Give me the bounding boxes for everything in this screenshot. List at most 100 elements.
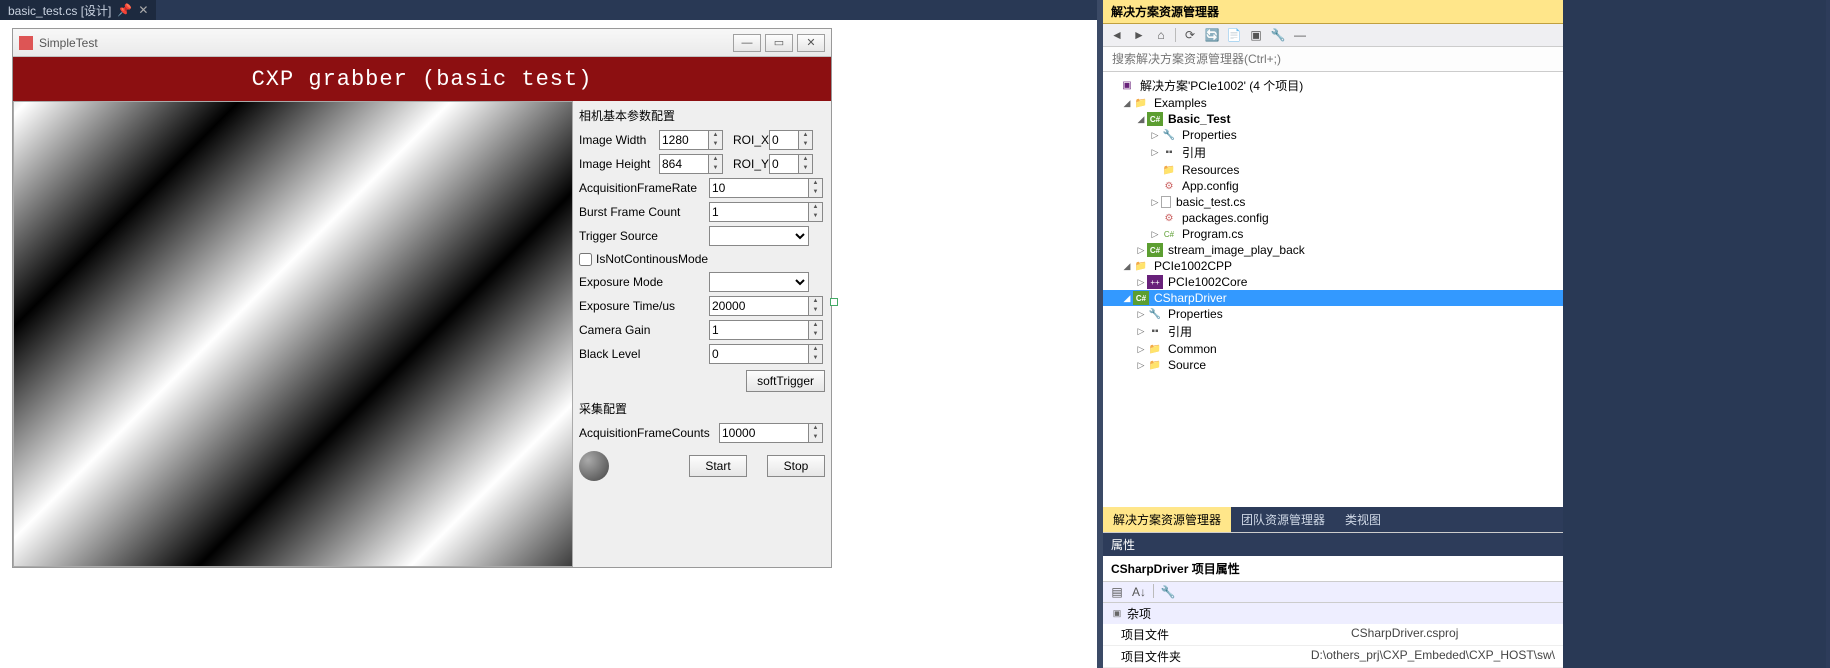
sync-icon[interactable]: 🔄 — [1204, 27, 1220, 43]
solution-node[interactable]: ▣解决方案'PCIe1002' (4 个项目) — [1103, 76, 1563, 95]
soft-trigger-button[interactable]: softTrigger — [746, 370, 825, 392]
tree-properties-2[interactable]: ▷🔧Properties — [1103, 306, 1563, 322]
form-canvas[interactable]: SimpleTest — ▭ ✕ CXP grabber (basic test… — [12, 28, 832, 568]
stop-button[interactable]: Stop — [767, 455, 825, 477]
tree-resources-1[interactable]: 📁Resources — [1103, 162, 1563, 178]
status-led — [579, 451, 609, 481]
camera-params-group: 相机基本参数配置 Image Width ▲▼ ROI_X ▲▼ Image H… — [579, 105, 825, 392]
tab-solution-explorer[interactable]: 解决方案资源管理器 — [1103, 507, 1231, 532]
gain-input[interactable] — [709, 320, 809, 340]
alphabetical-icon[interactable]: A↓ — [1131, 584, 1147, 600]
home-icon[interactable]: ⌂ — [1153, 27, 1169, 43]
image-height-input[interactable] — [659, 154, 709, 174]
image-height-label: Image Height — [579, 157, 659, 171]
start-button[interactable]: Start — [689, 455, 747, 477]
tree-properties-1[interactable]: ▷🔧Properties — [1103, 127, 1563, 143]
minimize-button[interactable]: — — [733, 34, 761, 52]
right-edge-strip — [1826, 0, 1830, 668]
black-level-spinner[interactable]: ▲▼ — [809, 344, 823, 364]
gain-label: Camera Gain — [579, 323, 709, 337]
tree-packages-config[interactable]: ⚙packages.config — [1103, 210, 1563, 226]
frame-rate-label: AcquisitionFrameRate — [579, 181, 709, 195]
image-preview — [13, 101, 573, 567]
show-all-icon[interactable]: 📄 — [1226, 27, 1242, 43]
tree-references-2[interactable]: ▷▪▪引用 — [1103, 322, 1563, 341]
properties-toolbar: ▤ A↓ 🔧 — [1103, 582, 1563, 603]
explorer-bottom-tabs: 解决方案资源管理器 团队资源管理器 类视图 — [1103, 507, 1563, 532]
tree-source[interactable]: ▷📁Source — [1103, 357, 1563, 373]
gain-spinner[interactable]: ▲▼ — [809, 320, 823, 340]
exposure-time-label: Exposure Time/us — [579, 299, 709, 313]
tree-project-basic-test[interactable]: ◢C#Basic_Test — [1103, 111, 1563, 127]
props-key: 项目文件 — [1103, 624, 1343, 645]
exposure-time-input[interactable] — [709, 296, 809, 316]
property-pages-icon[interactable]: 🔧 — [1160, 584, 1176, 600]
solution-explorer-panel: 解决方案资源管理器 ◄ ► ⌂ ⟳ 🔄 📄 ▣ 🔧 — ▣解决方案'PCIe10… — [1103, 0, 1563, 668]
trigger-source-combo[interactable] — [709, 226, 809, 246]
image-width-label: Image Width — [579, 133, 659, 147]
back-icon[interactable]: ◄ — [1109, 27, 1125, 43]
tree-stream-playback[interactable]: ▷C#stream_image_play_back — [1103, 242, 1563, 258]
image-width-spinner[interactable]: ▲▼ — [709, 130, 723, 150]
acq-group-title: 采集配置 — [579, 398, 825, 419]
frame-counts-spinner[interactable]: ▲▼ — [809, 423, 823, 443]
burst-label: Burst Frame Count — [579, 205, 709, 219]
form-icon — [19, 36, 33, 50]
tree-references-1[interactable]: ▷▪▪引用 — [1103, 143, 1563, 162]
roi-x-label: ROI_X — [733, 133, 769, 147]
frame-rate-spinner[interactable]: ▲▼ — [809, 178, 823, 198]
tab-class-view[interactable]: 类视图 — [1335, 507, 1391, 532]
black-level-input[interactable] — [709, 344, 809, 364]
tree-program-cs[interactable]: ▷C#Program.cs — [1103, 226, 1563, 242]
tab-team-explorer[interactable]: 团队资源管理器 — [1231, 507, 1335, 532]
maximize-button[interactable]: ▭ — [765, 34, 793, 52]
document-tab[interactable]: basic_test.cs [设计] 📌 ✕ — [0, 0, 156, 20]
close-button[interactable]: ✕ — [797, 34, 825, 52]
properties-grid: ▣杂项 项目文件 CSharpDriver.csproj 项目文件夹 D:\ot… — [1103, 603, 1563, 668]
trigger-source-label: Trigger Source — [579, 229, 709, 243]
props-category-misc[interactable]: ▣杂项 — [1103, 603, 1563, 624]
collapse-icon[interactable]: ▣ — [1248, 27, 1264, 43]
roi-x-spinner[interactable]: ▲▼ — [799, 130, 813, 150]
frame-counts-input[interactable] — [719, 423, 809, 443]
image-height-spinner[interactable]: ▲▼ — [709, 154, 723, 174]
refresh-icon[interactable]: ⟳ — [1182, 27, 1198, 43]
tree-app-config[interactable]: ⚙App.config — [1103, 178, 1563, 194]
close-icon[interactable]: ✕ — [138, 3, 148, 17]
properties-header: 属性 — [1103, 533, 1563, 556]
image-width-input[interactable] — [659, 130, 709, 150]
solution-explorer-toolbar: ◄ ► ⌂ ⟳ 🔄 📄 ▣ 🔧 — — [1103, 24, 1563, 47]
not-continous-checkbox[interactable] — [579, 253, 592, 266]
properties-panel: 属性 CSharpDriver 项目属性 ▤ A↓ 🔧 ▣杂项 项目文件 CSh… — [1103, 532, 1563, 668]
tree-common[interactable]: ▷📁Common — [1103, 341, 1563, 357]
tree-folder-examples[interactable]: ◢📁Examples — [1103, 95, 1563, 111]
burst-input[interactable] — [709, 202, 809, 222]
exposure-mode-combo[interactable] — [709, 272, 809, 292]
black-level-label: Black Level — [579, 347, 709, 361]
properties-icon[interactable]: 🔧 — [1270, 27, 1286, 43]
forward-icon[interactable]: ► — [1131, 27, 1147, 43]
solution-tree: ▣解决方案'PCIe1002' (4 个项目) ◢📁Examples ◢C#Ba… — [1103, 72, 1563, 507]
tree-csharpdriver[interactable]: ◢C#CSharpDriver — [1103, 290, 1563, 306]
preview-icon[interactable]: — — [1292, 27, 1308, 43]
roi-y-label: ROI_Y — [733, 157, 769, 171]
tree-pcie1002core[interactable]: ▷++PCIe1002Core — [1103, 274, 1563, 290]
exposure-time-spinner[interactable]: ▲▼ — [809, 296, 823, 316]
props-row-file[interactable]: 项目文件 CSharpDriver.csproj — [1103, 624, 1563, 646]
properties-title: CSharpDriver 项目属性 — [1103, 556, 1563, 582]
tree-basic-test-cs[interactable]: ▷basic_test.cs — [1103, 194, 1563, 210]
banner-label: CXP grabber (basic test) — [13, 57, 831, 101]
tree-pcie1002cpp[interactable]: ◢📁PCIe1002CPP — [1103, 258, 1563, 274]
props-row-folder[interactable]: 项目文件夹 D:\others_prj\CXP_Embeded\CXP_HOST… — [1103, 646, 1563, 668]
burst-spinner[interactable]: ▲▼ — [809, 202, 823, 222]
roi-y-spinner[interactable]: ▲▼ — [799, 154, 813, 174]
roi-y-input[interactable] — [769, 154, 799, 174]
designer-surface: SimpleTest — ▭ ✕ CXP grabber (basic test… — [0, 20, 1097, 668]
roi-x-input[interactable] — [769, 130, 799, 150]
categorized-icon[interactable]: ▤ — [1109, 584, 1125, 600]
parameters-panel: 相机基本参数配置 Image Width ▲▼ ROI_X ▲▼ Image H… — [573, 101, 831, 567]
search-input[interactable] — [1109, 49, 1557, 69]
frame-rate-input[interactable] — [709, 178, 809, 198]
pin-icon[interactable]: 📌 — [117, 3, 132, 17]
frame-counts-label: AcquisitionFrameCounts — [579, 426, 719, 440]
